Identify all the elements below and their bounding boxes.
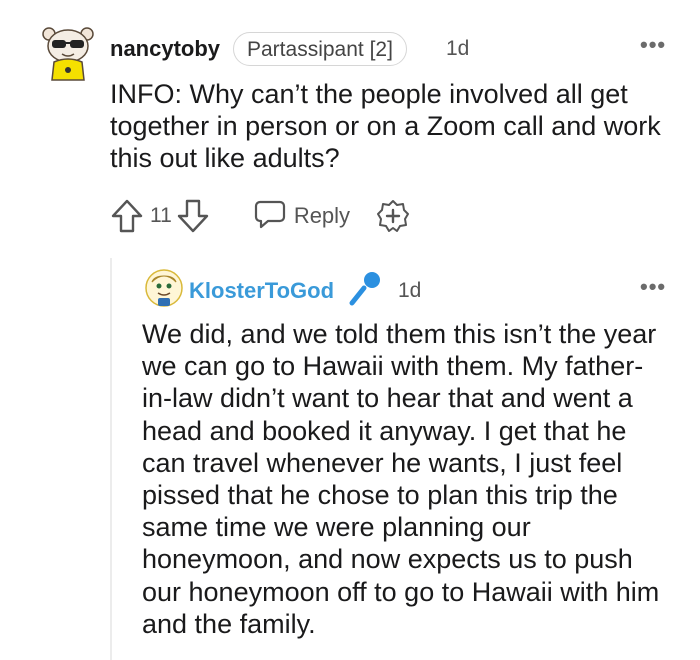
thread-line[interactable] <box>110 258 112 660</box>
comment-body: We did, and we told them this isn’t the … <box>142 319 660 639</box>
downvote-icon[interactable] <box>176 198 210 234</box>
reply-button[interactable]: Reply <box>254 199 350 234</box>
more-icon[interactable]: ••• <box>640 32 666 58</box>
avatar[interactable] <box>144 268 184 308</box>
timestamp[interactable]: 1d <box>446 37 469 61</box>
timestamp[interactable]: 1d <box>398 279 421 303</box>
upvote-icon[interactable] <box>110 198 144 234</box>
comment-actions: 11 Reply <box>110 196 410 236</box>
more-icon[interactable]: ••• <box>640 274 666 300</box>
username[interactable]: nancytoby <box>110 36 220 62</box>
reply-label: Reply <box>293 203 351 228</box>
award-add-icon[interactable] <box>376 199 410 233</box>
username[interactable]: KlosterToGod <box>189 278 334 304</box>
vote-count: 11 <box>150 204 172 227</box>
comment-body: INFO: Why can’t the people involved all … <box>110 79 661 173</box>
avatar[interactable] <box>40 22 96 82</box>
microphone-icon <box>346 270 384 306</box>
reply-bubble-icon <box>254 199 286 234</box>
user-flair: Partassipant [2] <box>233 32 407 66</box>
